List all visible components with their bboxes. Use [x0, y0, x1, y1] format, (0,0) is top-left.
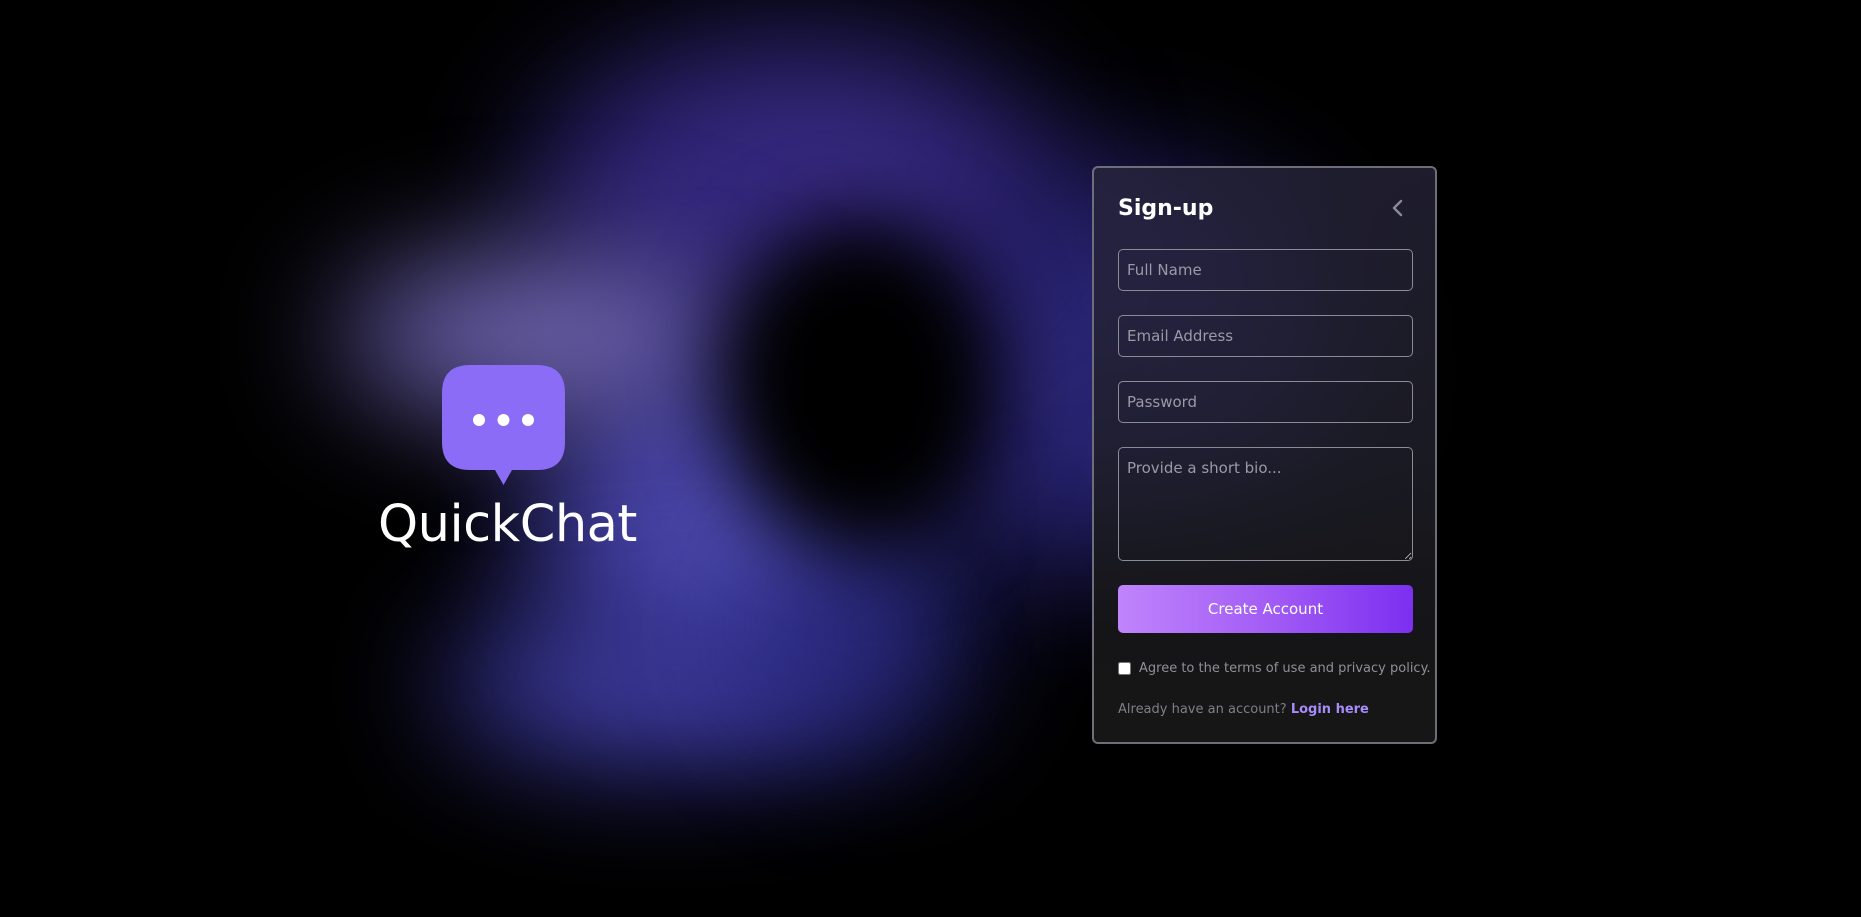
- chevron-left-icon: [1392, 199, 1403, 217]
- password-input[interactable]: [1118, 381, 1413, 423]
- bio-textarea[interactable]: [1118, 447, 1413, 561]
- brand-name: QuickChat: [378, 495, 637, 554]
- create-account-button[interactable]: Create Account: [1118, 585, 1413, 633]
- login-row: Already have an account? Login here: [1118, 702, 1418, 722]
- login-prompt: Already have an account?: [1118, 702, 1287, 717]
- background-shadow: [720, 220, 1000, 550]
- full-name-input[interactable]: [1118, 249, 1413, 291]
- chat-bubble-ellipsis-icon: [442, 365, 565, 487]
- login-link[interactable]: Login here: [1291, 702, 1369, 717]
- signup-title: Sign-up: [1118, 196, 1214, 221]
- terms-checkbox[interactable]: [1118, 661, 1131, 675]
- back-button[interactable]: [1384, 194, 1412, 222]
- signup-card: Sign-up Create Account Agree to the term…: [1092, 166, 1437, 744]
- terms-row: Agree to the terms of use and privacy po…: [1118, 658, 1431, 678]
- terms-label[interactable]: Agree to the terms of use and privacy po…: [1139, 661, 1431, 676]
- email-input[interactable]: [1118, 315, 1413, 357]
- signup-page: QuickChat Sign-up Create Account Agree t…: [0, 0, 1861, 917]
